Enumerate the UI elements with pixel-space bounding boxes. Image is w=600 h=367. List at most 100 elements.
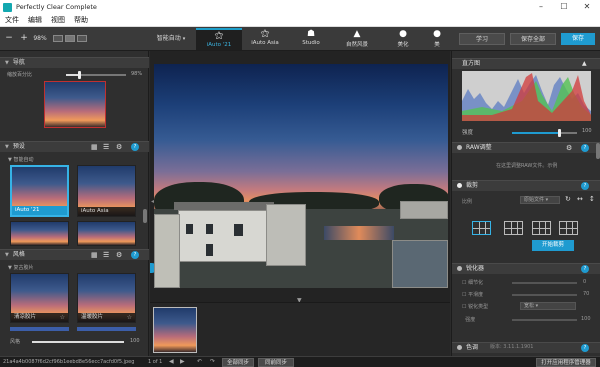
exposure-slider-knob[interactable] [557, 129, 561, 137]
smooth-slider[interactable] [512, 294, 577, 296]
style-thumb-caption-text: 温暖胶片 [81, 314, 104, 320]
sharpen-header[interactable]: 锐化器 ? [452, 263, 600, 274]
grid-view-icon[interactable]: ▦ [91, 142, 98, 152]
flip-vertical-icon[interactable]: ↕ [589, 195, 595, 203]
view-single-icon[interactable] [53, 35, 63, 42]
building [266, 204, 306, 266]
help-icon[interactable]: ? [131, 143, 139, 151]
gear-icon[interactable]: ⚙ [566, 143, 572, 153]
crop-grid-1[interactable] [472, 221, 491, 235]
main-photo[interactable] [154, 64, 448, 288]
chevron-up-icon[interactable]: ▲ [582, 59, 587, 69]
sync-all-button[interactable]: 全部同步 [222, 358, 254, 367]
maximize-button[interactable]: ☐ [553, 0, 575, 14]
preset-thumb-3[interactable] [10, 221, 69, 246]
menu-file[interactable]: 文件 [5, 15, 19, 25]
presets-header[interactable]: ▼ 预设 ▦ ☰ ⚙ ? [0, 141, 149, 152]
styles-header[interactable]: ▼ 风格 ▦ ☰ ⚙ ? [0, 249, 149, 260]
learn-button[interactable]: 学习 [459, 33, 505, 45]
menu-edit[interactable]: 编辑 [28, 15, 42, 25]
star-icon[interactable]: ☆ [127, 313, 132, 322]
rotate-icon[interactable]: ↻ [565, 195, 571, 203]
toggle-icon[interactable] [457, 183, 462, 188]
gear-icon[interactable]: ⚙ [116, 142, 122, 152]
help-icon[interactable]: ? [581, 144, 589, 152]
gear-icon[interactable]: ⚙ [116, 250, 122, 260]
detail-slider[interactable] [512, 282, 577, 284]
crop-title: 裁剪 [466, 182, 479, 189]
sharpen-type-select[interactable]: 宽松 ▾ [520, 302, 576, 310]
zoom-out-icon[interactable]: − [4, 31, 14, 46]
rotate-left-icon[interactable]: ↶ [197, 358, 202, 365]
next-icon[interactable]: ▶ [180, 358, 185, 365]
building-roof [174, 202, 274, 210]
toggle-icon[interactable] [457, 145, 462, 150]
preset-dropdown[interactable]: 智能自动 ▾ [150, 31, 192, 46]
filmstrip-thumb[interactable] [153, 307, 197, 353]
preset-thumb-4[interactable] [77, 221, 136, 246]
rotate-right-icon[interactable]: ↷ [210, 358, 215, 365]
help-icon[interactable]: ? [581, 182, 589, 190]
view-compare-icon[interactable] [77, 35, 87, 42]
style-thumb-cool-film[interactable]: 清凉胶片 ☆ [10, 273, 69, 323]
help-icon[interactable]: ? [131, 251, 139, 259]
raw-header[interactable]: RAW调整 ⚙ ? [452, 142, 600, 153]
list-view-icon[interactable]: ☰ [103, 142, 109, 152]
toggle-icon[interactable] [457, 345, 462, 350]
preset-group-name: 智能自动 [13, 157, 34, 163]
style-strength-slider[interactable] [32, 341, 124, 343]
histogram-header[interactable]: 直方图 ▲ [452, 58, 600, 69]
open-app-manager-button[interactable]: 打开应用程序管理器 [536, 358, 596, 367]
view-split-icon[interactable] [65, 35, 75, 42]
exposure-slider[interactable] [512, 129, 577, 137]
style-thumb-caption: 清凉胶片 ☆ [11, 313, 68, 322]
preset-label: 自然风景 [345, 42, 368, 48]
help-icon[interactable]: ? [581, 344, 589, 352]
zoom-in-icon[interactable]: + [19, 31, 29, 46]
preset-thumb-iauto21[interactable]: iAuto '21 [10, 165, 69, 217]
crop-grid-2[interactable] [504, 221, 523, 235]
detail-row-text: 强度 [465, 317, 476, 323]
exposure-value: 100 [582, 128, 592, 134]
save-button[interactable]: 保存 [561, 33, 595, 45]
preset-thumb-iauto-asia[interactable]: iAuto Asia [77, 165, 136, 217]
strength-slider[interactable] [512, 319, 577, 321]
prev-icon[interactable]: ◀ [169, 358, 174, 365]
crop-grid-4[interactable] [559, 221, 578, 235]
star-icon[interactable]: ☆ [60, 313, 65, 322]
face-icon: ● [433, 29, 441, 39]
close-button[interactable]: ✕ [576, 0, 598, 14]
building [392, 240, 448, 288]
grid-view-icon[interactable]: ▦ [91, 250, 98, 260]
toggle-icon[interactable] [457, 266, 462, 271]
right-scrollbar[interactable] [596, 143, 600, 159]
list-view-icon[interactable]: ☰ [103, 250, 109, 260]
zoom-slider-knob[interactable] [78, 71, 82, 79]
start-crop-button[interactable]: 开始裁剪 [532, 240, 574, 251]
save-all-button[interactable]: 保存全部 [510, 33, 556, 45]
minimize-button[interactable]: – [530, 0, 552, 14]
preset-beautify[interactable]: ● 美化 [380, 28, 426, 50]
building [154, 214, 180, 288]
crop-header[interactable]: 裁剪 ? [452, 180, 600, 191]
menu-help[interactable]: 帮助 [74, 15, 88, 25]
help-icon[interactable]: ? [581, 265, 589, 273]
preset-iauto21[interactable]: ⚝ iAuto '21 [196, 28, 242, 50]
crop-grid-3[interactable] [532, 221, 551, 235]
zoom-slider[interactable] [66, 71, 126, 79]
sync-selected-button[interactable]: 同前同步 [258, 358, 294, 367]
preset-studio[interactable]: ☗ Studio [288, 28, 334, 50]
preset-label: iAuto '21 [206, 42, 232, 48]
crop-ratio-select[interactable]: 原始文件 ▾ [520, 196, 560, 204]
flip-horizontal-icon[interactable]: ↔ [577, 195, 583, 203]
preset-landscape[interactable]: ▲ 自然风景 [334, 28, 380, 50]
navigator-header[interactable]: ▼ 导航 [0, 57, 149, 68]
style-thumb-warm-film[interactable]: 温暖胶片 ☆ [77, 273, 136, 323]
menu-view[interactable]: 视图 [51, 15, 65, 25]
left-scrollbar[interactable] [143, 209, 147, 223]
window [234, 224, 243, 236]
preset-beauty[interactable]: ● 美 [426, 28, 448, 50]
navigator-preview[interactable] [44, 81, 106, 128]
preset-iauto-asia[interactable]: ⚝ iAuto Asia [242, 28, 288, 50]
detail-row-label: ☐ 锐化类型 [462, 304, 489, 310]
